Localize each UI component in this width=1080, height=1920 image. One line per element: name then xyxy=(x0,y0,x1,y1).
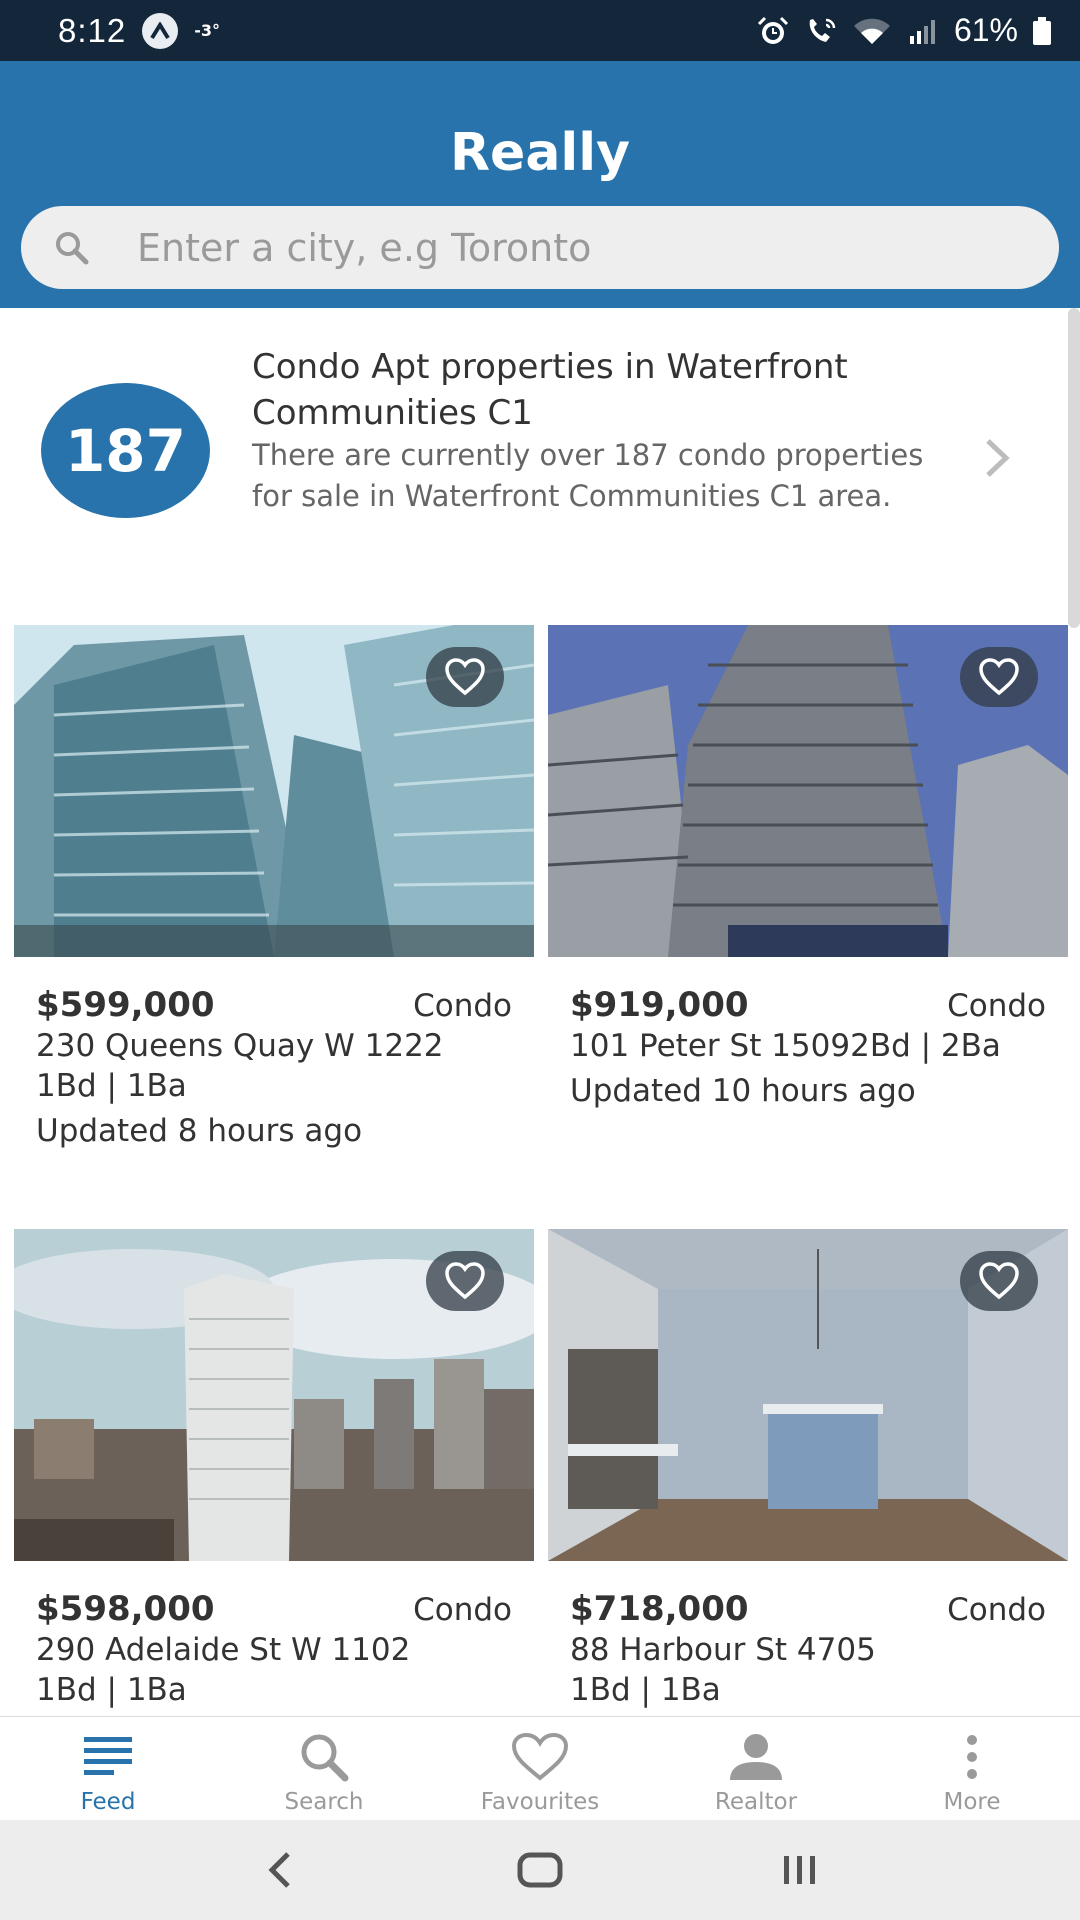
back-icon xyxy=(268,1852,290,1888)
nav-label: More xyxy=(943,1789,1001,1815)
app-header: Really xyxy=(0,61,1080,308)
listing-address: 230 Queens Quay W 1222 xyxy=(36,1028,444,1064)
feed-icon xyxy=(82,1731,134,1783)
listing-details: 1Bd | 1Ba xyxy=(36,1672,187,1708)
listing-price: $919,000 xyxy=(570,985,749,1025)
listing-updated: Updated 10 hours ago xyxy=(570,1073,916,1109)
listing-price: $598,000 xyxy=(36,1589,215,1629)
chevron-right-icon xyxy=(980,433,1016,483)
wifi-icon xyxy=(852,16,892,46)
system-nav-bar xyxy=(0,1820,1080,1920)
nav-item-feed[interactable]: Feed xyxy=(0,1717,216,1820)
person-icon xyxy=(728,1731,784,1783)
alarm-icon xyxy=(756,16,790,46)
summary-banner[interactable]: 187 Condo Apt properties in Waterfront C… xyxy=(0,308,1068,608)
listing-type: Condo xyxy=(947,988,1046,1024)
favourite-button[interactable] xyxy=(426,1251,504,1311)
favourite-button[interactable] xyxy=(960,647,1038,707)
listing-type: Condo xyxy=(413,988,512,1024)
listing-photo xyxy=(548,625,1068,957)
listing-details: 1Bd | 1Ba xyxy=(36,1068,187,1104)
heart-icon xyxy=(979,1262,1019,1300)
listing-price: $599,000 xyxy=(36,985,215,1025)
search-input[interactable] xyxy=(137,225,1017,270)
status-time: 8:12 xyxy=(58,11,127,49)
listing-type: Condo xyxy=(947,1592,1046,1628)
status-temperature: -3° xyxy=(194,21,221,40)
search-icon xyxy=(297,1731,351,1783)
more-vertical-icon xyxy=(962,1731,982,1783)
battery-icon xyxy=(1032,16,1052,46)
listing-photo xyxy=(14,625,534,957)
favourite-button[interactable] xyxy=(960,1251,1038,1311)
app-title: Really xyxy=(450,123,630,183)
nav-item-realtor[interactable]: Realtor xyxy=(648,1717,864,1820)
nav-label: Search xyxy=(284,1789,364,1815)
listing-photo xyxy=(14,1229,534,1561)
listing-address: 88 Harbour St 4705 xyxy=(570,1632,876,1668)
bottom-nav: Feed Search Favourites Realtor More xyxy=(0,1716,1080,1820)
signal-icon xyxy=(906,16,940,46)
heart-icon xyxy=(979,658,1019,696)
battery-percent: 61% xyxy=(953,12,1018,48)
summary-description: There are currently over 187 condo prope… xyxy=(252,438,924,513)
listing-photo xyxy=(548,1229,1068,1561)
status-right: 61% xyxy=(756,12,1052,49)
nav-label: Realtor xyxy=(714,1789,798,1815)
listing-card[interactable]: $598,000 Condo 290 Adelaide St W 1102 1B… xyxy=(14,1229,534,1716)
nav-label: Favourites xyxy=(480,1789,600,1815)
app-notification-icon xyxy=(142,12,179,49)
status-bar: 8:12 -3° 61% xyxy=(0,0,1080,61)
listing-type: Condo xyxy=(413,1592,512,1628)
scrollbar[interactable] xyxy=(1068,308,1080,628)
heart-icon xyxy=(510,1731,570,1783)
status-left: 8:12 -3° xyxy=(58,12,220,50)
recent-apps-button[interactable] xyxy=(760,1840,840,1900)
count-badge: 187 xyxy=(41,383,210,518)
listing-card[interactable]: $718,000 Condo 88 Harbour St 4705 1Bd | … xyxy=(548,1229,1068,1716)
nav-label: Feed xyxy=(80,1789,136,1815)
search-icon xyxy=(47,223,97,273)
summary-title: Condo Apt properties in Waterfront Commu… xyxy=(252,347,848,433)
listing-address: 290 Adelaide St W 1102 xyxy=(36,1632,411,1668)
listing-card[interactable]: $919,000 Condo 101 Peter St 15092Bd | 2B… xyxy=(548,625,1068,1185)
recent-apps-icon xyxy=(784,1856,815,1884)
search-bar[interactable] xyxy=(21,206,1059,289)
nav-item-search[interactable]: Search xyxy=(216,1717,432,1820)
listing-updated: Updated 8 hours ago xyxy=(36,1113,363,1149)
listing-details: 1Bd | 1Ba xyxy=(570,1672,721,1708)
home-icon xyxy=(517,1852,563,1888)
heart-icon xyxy=(445,1262,485,1300)
favourite-button[interactable] xyxy=(426,647,504,707)
home-button[interactable] xyxy=(500,1840,580,1900)
listing-address: 101 Peter St 15092Bd | 2Ba xyxy=(570,1028,1001,1064)
nav-item-more[interactable]: More xyxy=(864,1717,1080,1820)
back-button[interactable] xyxy=(240,1840,320,1900)
wifi-call-icon xyxy=(804,16,838,46)
listing-card[interactable]: $599,000 Condo 230 Queens Quay W 1222 1B… xyxy=(14,625,534,1185)
nav-item-favourites[interactable]: Favourites xyxy=(432,1717,648,1820)
listing-price: $718,000 xyxy=(570,1589,749,1629)
heart-icon xyxy=(445,658,485,696)
